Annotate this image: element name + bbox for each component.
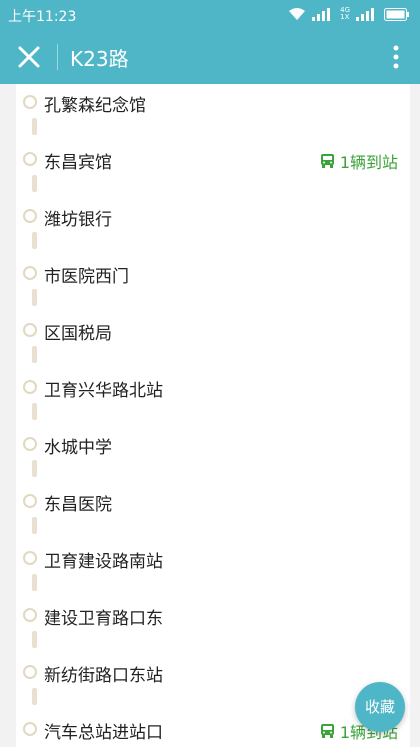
stop-name: 新纺街路口东站: [44, 666, 163, 686]
stop-name: 区国税局: [44, 324, 112, 344]
stop-row[interactable]: 东昌宾馆 1辆到站: [16, 139, 410, 179]
route-connector: [32, 688, 37, 705]
bus-arrival-status: 1辆到站: [320, 149, 398, 173]
stop-name: 水城中学: [44, 438, 112, 458]
stop-marker-icon: [23, 437, 37, 451]
stop-marker-icon: [23, 722, 37, 736]
stop-name: 卫育兴华路北站: [44, 381, 163, 401]
stop-row[interactable]: 卫育建设路南站: [16, 538, 410, 578]
stop-name: 建设卫育路口东: [44, 609, 163, 629]
stop-marker-icon: [23, 380, 37, 394]
app-bar: K23路: [0, 30, 420, 84]
route-connector: [32, 574, 37, 591]
stop-name: 潍坊银行: [44, 210, 112, 230]
stop-name: 东昌医院: [44, 495, 112, 515]
stop-name: 汽车总站进站口: [44, 723, 163, 743]
route-connector: [32, 232, 37, 249]
route-connector: [32, 460, 37, 477]
stop-row[interactable]: 新纺街路口东站: [16, 652, 410, 692]
header-divider: [57, 44, 58, 70]
stop-row[interactable]: 卫育兴华路北站: [16, 367, 410, 407]
route-connector: [32, 346, 37, 363]
stop-name: 市医院西门: [44, 267, 129, 287]
network-bottom-label: 1X: [340, 13, 350, 21]
signal-icon: [312, 8, 331, 21]
route-connector: [32, 403, 37, 420]
stop-marker-icon: [23, 266, 37, 280]
more-options-icon[interactable]: [388, 42, 404, 72]
stop-row[interactable]: 汽车总站进站口 1辆到站: [16, 709, 410, 747]
battery-icon: [384, 7, 409, 21]
stop-name: 卫育建设路南站: [44, 552, 163, 572]
route-connector: [32, 118, 37, 135]
route-connector: [32, 289, 37, 306]
route-connector: [32, 175, 37, 192]
stop-marker-icon: [23, 152, 37, 166]
signal-icon-secondary: [356, 8, 374, 21]
bus-icon: [320, 724, 334, 738]
stop-list: 孔繁森纪念馆 东昌宾馆 1辆到站 潍坊银行 市医院西门 区国税局 卫育兴华路北站…: [16, 84, 410, 747]
network-type: 4G 1X: [340, 7, 350, 21]
stop-row[interactable]: 东昌医院: [16, 481, 410, 521]
status-time: 上午11:23: [8, 9, 77, 25]
stop-marker-icon: [23, 95, 37, 109]
page-title: K23路: [70, 47, 129, 71]
wifi-icon: [289, 8, 306, 20]
stop-marker-icon: [23, 494, 37, 508]
route-connector: [32, 517, 37, 534]
stop-marker-icon: [23, 323, 37, 337]
stop-row[interactable]: 水城中学: [16, 424, 410, 464]
bus-arrival-label: 1辆到站: [339, 153, 398, 172]
status-icons: 4G 1X: [288, 7, 410, 21]
stop-row[interactable]: 潍坊银行: [16, 196, 410, 236]
route-connector: [32, 631, 37, 648]
stop-marker-icon: [23, 665, 37, 679]
status-bar: 上午11:23 4G 1X: [0, 0, 420, 30]
stop-name: 东昌宾馆: [44, 153, 112, 173]
stop-row[interactable]: 区国税局: [16, 310, 410, 350]
favorite-button[interactable]: 收藏: [355, 682, 405, 732]
stop-row[interactable]: 市医院西门: [16, 253, 410, 293]
bus-icon: [320, 154, 334, 168]
stop-marker-icon: [23, 209, 37, 223]
stop-marker-icon: [23, 608, 37, 622]
stop-name: 孔繁森纪念馆: [44, 96, 146, 116]
stop-row[interactable]: 孔繁森纪念馆: [16, 84, 410, 122]
stop-row[interactable]: 建设卫育路口东: [16, 595, 410, 635]
stop-marker-icon: [23, 551, 37, 565]
close-icon[interactable]: [14, 42, 44, 72]
